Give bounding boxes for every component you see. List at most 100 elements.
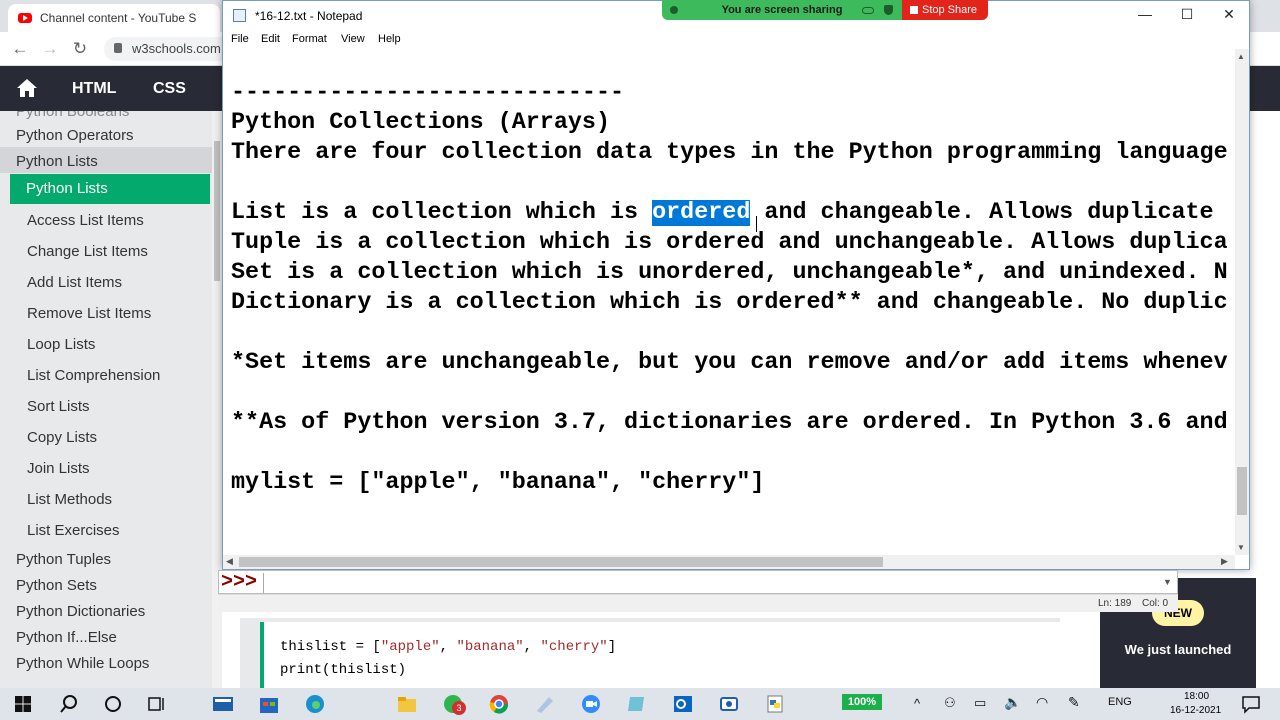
sidebar-subitem[interactable]: List Exercises [27,522,120,539]
scroll-down-icon[interactable]: ▼ [1237,543,1245,552]
text-segment: List is a collection which is [231,200,653,226]
chevron-up-icon[interactable]: ^ [914,696,920,711]
nav-html[interactable]: HTML [72,80,116,98]
horizontal-scrollbar[interactable]: ◀ ▶ [223,555,1235,569]
shell-input-row[interactable]: >>> ▼ [218,570,1178,594]
nav-css[interactable]: CSS [153,80,186,98]
sidebar-item-booleans[interactable]: Python Booleans [16,111,129,120]
chevron-down-icon[interactable]: ▼ [1163,577,1172,587]
home-icon[interactable] [16,78,38,98]
store-icon[interactable] [258,693,280,715]
clock-time[interactable]: 18:00 [1184,691,1209,702]
pen-icon[interactable]: ✎ [1068,694,1080,711]
sidebar-subitem[interactable]: List Methods [27,491,112,508]
notification-center-icon[interactable] [1240,693,1262,715]
sidebar-item-while[interactable]: Python While Loops [16,655,149,672]
menu-file[interactable]: File [231,33,249,45]
scroll-thumb[interactable] [1237,467,1247,515]
sidebar-subitem[interactable]: Remove List Items [27,305,151,322]
forward-arrow-icon[interactable]: → [40,39,60,59]
cortana-icon[interactable] [102,693,124,715]
line-number: Ln: 189 [1098,598,1132,609]
sidebar-subitem[interactable]: List Comprehension [27,367,160,384]
menu-help[interactable]: Help [378,33,401,45]
sidebar-subitem[interactable]: Loop Lists [27,336,95,353]
code-line-1: thislist = ["apple", "banana", "cherry"] [280,639,617,655]
sidebar-item-lists: Python Lists [16,153,98,170]
stop-share-label: Stop Share [922,4,978,16]
sidebar-subitem[interactable]: Access List Items [27,212,144,229]
folder-icon[interactable] [396,693,418,715]
sidebar-item-ifelse[interactable]: Python If...Else [16,629,117,646]
cloud-icon [862,7,874,14]
ibeam-cursor [756,216,758,232]
edge-icon[interactable] [304,693,326,715]
menu-format[interactable]: Format [292,33,327,45]
tab-title: Channel content - YouTube S [40,11,197,25]
code-string: "banana" [456,639,524,655]
menu-edit[interactable]: Edit [261,33,280,45]
battery-icon[interactable]: ▭ [974,695,986,711]
example-box: thislist = ["apple", "banana", "cherry"]… [240,618,1060,688]
language-indicator[interactable]: ENG [1108,696,1132,708]
text-line-heading: Python Collections (Arrays) [231,110,610,136]
task-view-icon[interactable] [146,693,168,715]
scroll-up-icon[interactable]: ▲ [1237,52,1245,61]
notepad-taskbar-icon[interactable] [626,693,648,715]
python-idle-icon[interactable] [764,693,786,715]
notepad-menubar: File Edit Format View Help [223,29,1249,49]
screen-share-banner: You are screen sharing Stop Share [662,0,988,20]
battery-percent: 100% [842,694,882,710]
sidebar-subitem[interactable]: Copy Lists [27,429,97,446]
sidebar-subitem[interactable]: Join Lists [27,460,90,477]
text-line-note2: **As of Python version 3.7, dictionaries… [231,410,1228,436]
text-line-code: mylist = ["apple", "banana", "cherry"] [231,470,765,496]
sidebar-item-current[interactable]: Python Lists [10,174,210,204]
share-indicator-icon [670,6,678,14]
tab-youtube[interactable]: Channel content - YouTube S [8,4,220,32]
reload-icon[interactable]: ↻ [70,39,90,59]
screen-share-status[interactable]: You are screen sharing [662,0,902,20]
sidebar-item-operators[interactable]: Python Operators [16,127,134,144]
scroll-thumb[interactable] [239,557,883,567]
wifi-icon[interactable]: ◠ [1036,694,1048,711]
sidebar-subitem[interactable]: Sort Lists [27,398,90,415]
scroll-left-icon[interactable]: ◀ [226,556,233,567]
people-icon[interactable]: ⚇ [944,695,956,711]
camera-app-icon[interactable] [718,693,740,715]
maximize-icon[interactable]: ☐ [1175,6,1199,24]
volume-icon[interactable]: 🔈 [1004,694,1021,711]
clock-date[interactable]: 16-12-2021 [1170,705,1221,716]
text-line-dict: Dictionary is a collection which is orde… [231,290,1228,316]
notepad-text-area[interactable]: ---------------------------- Python Coll… [223,49,1235,555]
back-arrow-icon[interactable]: ← [10,39,30,59]
close-icon[interactable]: ✕ [1217,6,1241,24]
windows-start-icon[interactable] [12,693,34,715]
vertical-scrollbar[interactable]: ▲ ▼ [1235,49,1249,555]
sidebar-item-sets[interactable]: Python Sets [16,577,97,594]
w3schools-content: thislist = ["apple", "banana", "cherry"]… [222,578,1280,688]
window-title: *16-12.txt - Notepad [255,9,363,23]
promo-text: We just launched [1124,642,1232,657]
code-text: thislist = [ [280,639,381,655]
search-icon[interactable] [58,693,80,715]
text-segment: and changeable. Allows duplicate [750,200,1228,226]
sidebar-group-lists[interactable]: Python Lists [0,147,212,173]
sidebar-subitem[interactable]: Add List Items [27,274,122,291]
paint-icon[interactable] [534,693,556,715]
app-icon[interactable] [212,693,234,715]
scroll-right-icon[interactable]: ▶ [1221,556,1228,567]
sidebar-item-dictionaries[interactable]: Python Dictionaries [16,603,145,620]
windows-taskbar: 3 100% ^ ⚇ ▭ 🔈 ◠ ✎ ENG 18:00 16-12-2021 [0,688,1280,720]
sidebar-item-tuples[interactable]: Python Tuples [16,551,111,568]
chrome-icon[interactable] [488,693,510,715]
text-line-set: Set is a collection which is unordered, … [231,260,1228,286]
code-string: "cherry" [540,639,608,655]
minimize-icon[interactable]: — [1133,6,1157,24]
zoom-icon[interactable] [580,693,602,715]
sidebar-subitem[interactable]: Change List Items [27,243,148,260]
outlook-icon[interactable] [672,693,694,715]
code-string: "apple" [380,639,440,655]
menu-view[interactable]: View [341,33,365,45]
stop-share-button[interactable]: Stop Share [902,0,988,20]
